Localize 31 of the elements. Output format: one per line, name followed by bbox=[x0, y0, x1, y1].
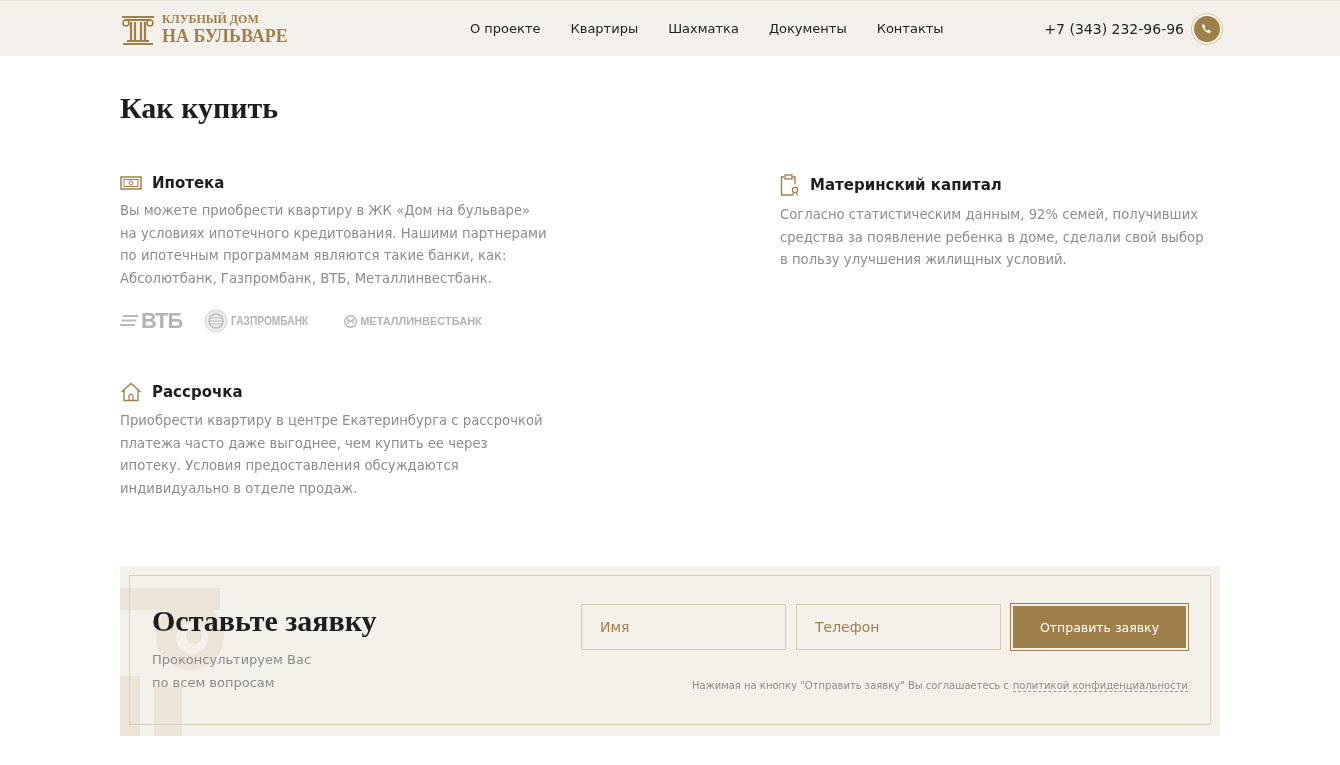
submit-button[interactable]: Отправить заявку bbox=[1011, 604, 1188, 650]
globe-icon bbox=[204, 309, 229, 333]
bank-logo-text: МЕТАЛЛИНВЕСТБАНК bbox=[360, 315, 482, 327]
nav-link[interactable]: Шахматка bbox=[668, 21, 739, 36]
section-title: Ипотека bbox=[152, 174, 225, 192]
page-title: Как купить bbox=[120, 90, 280, 126]
bank-logo-text: ГАЗПРОМБАНК bbox=[231, 314, 309, 328]
form-subtitle: Проконсультируем Вас bbox=[152, 651, 313, 669]
section-title: Материнский капитал bbox=[810, 176, 1002, 194]
form-title: Оставьте заявку bbox=[152, 604, 378, 637]
section-text: Приобрести квартиру в центре Екатеринбурга с рассрочкой платежа часто даже выгоднее, чем купить ее через ипотеку. Условия предоставления обсуждаются индивидуально в отделе продаж. bbox=[120, 412, 544, 498]
input-field[interactable]: Телефон bbox=[796, 604, 1001, 650]
house-icon bbox=[120, 382, 142, 402]
input-field[interactable]: Имя bbox=[581, 604, 786, 650]
nav-link[interactable]: Документы bbox=[768, 21, 847, 36]
phone-icon bbox=[1201, 22, 1213, 35]
consent-text: Нажимая на кнопку "Отправить заявку" Вы соглашаетесь с bbox=[692, 680, 1009, 692]
section-title: Рассрочка bbox=[152, 383, 243, 401]
nav-link[interactable]: Контакты bbox=[876, 21, 944, 36]
call-button[interactable] bbox=[1194, 15, 1220, 42]
stripes-icon bbox=[120, 315, 138, 327]
section-text: Вы можете приобрести квартиру в ЖК «Дом на бульваре» на условиях ипотечного кредитования. Нашими партнерами по ипотечным программам являются такие банки, как: Абсолютбанк, Газпромбанк, ВТБ, Металлинвестбанк. bbox=[120, 202, 548, 288]
coin-icon bbox=[344, 314, 358, 328]
bank-logo-text: ВТБ bbox=[141, 308, 183, 334]
form-subtitle: по всем вопросам bbox=[152, 673, 276, 692]
section-text: Согласно статистическим данным, 92% семей, получивших средства за появление ребенка в доме, сделали свой выбор в пользу улучшения жилищных условий. bbox=[780, 206, 1205, 269]
banknote-icon bbox=[120, 176, 142, 190]
nav-link[interactable]: О проекте bbox=[470, 21, 541, 36]
phone-number[interactable]: +7 (343) 232-96-96 bbox=[1044, 20, 1184, 37]
nav-link[interactable]: Квартиры bbox=[570, 21, 639, 36]
clipboard-icon bbox=[780, 174, 800, 196]
